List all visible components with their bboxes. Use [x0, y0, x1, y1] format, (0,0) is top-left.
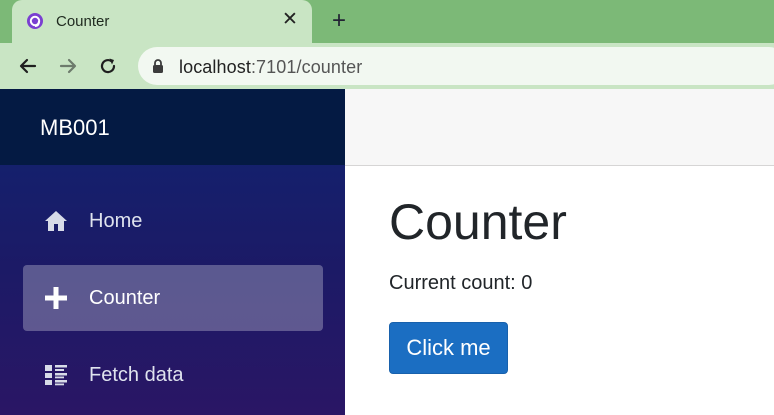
sidebar-item-label: Counter [89, 287, 161, 309]
reload-icon[interactable] [96, 54, 120, 78]
sidebar-item-home[interactable]: Home [23, 188, 323, 254]
top-row [345, 89, 774, 166]
browser-tabstrip: Counter ✕ + [0, 0, 774, 43]
sidebar: MB001 Home Counter Fetch data [0, 89, 345, 415]
url-host: localhost [179, 57, 251, 77]
browser-toolbar: localhost:7101/counter [0, 43, 774, 89]
brand-title[interactable]: MB001 [40, 115, 110, 141]
sidebar-item-label: Home [89, 210, 143, 232]
close-tab-icon[interactable]: ✕ [280, 10, 300, 30]
click-me-button[interactable]: Click me [389, 322, 508, 374]
lock-icon[interactable] [152, 59, 164, 73]
page-title: Counter [389, 194, 567, 250]
back-arrow-icon[interactable] [16, 54, 40, 78]
blazor-favicon-icon [26, 12, 44, 30]
forward-arrow-icon[interactable] [56, 54, 80, 78]
app-container: MB001 Home Counter Fetch data Counter Cu… [0, 89, 774, 415]
address-bar[interactable]: localhost:7101/counter [138, 47, 774, 85]
list-icon [43, 362, 69, 388]
browser-tab-title: Counter [56, 13, 110, 30]
sidebar-item-counter[interactable]: Counter [23, 265, 323, 331]
home-icon [43, 208, 69, 234]
url-path: :7101/counter [250, 57, 363, 77]
plus-icon [43, 285, 69, 311]
url-text: localhost:7101/counter [179, 57, 362, 78]
new-tab-button[interactable]: + [327, 9, 351, 33]
main-content: Counter Current count: 0 Click me [345, 89, 774, 415]
browser-tab-counter[interactable]: Counter ✕ [12, 0, 312, 43]
sidebar-item-label: Fetch data [89, 364, 184, 386]
current-count-text: Current count: 0 [389, 272, 533, 294]
brand-bar: MB001 [0, 89, 345, 165]
sidebar-item-fetch-data[interactable]: Fetch data [23, 342, 323, 408]
